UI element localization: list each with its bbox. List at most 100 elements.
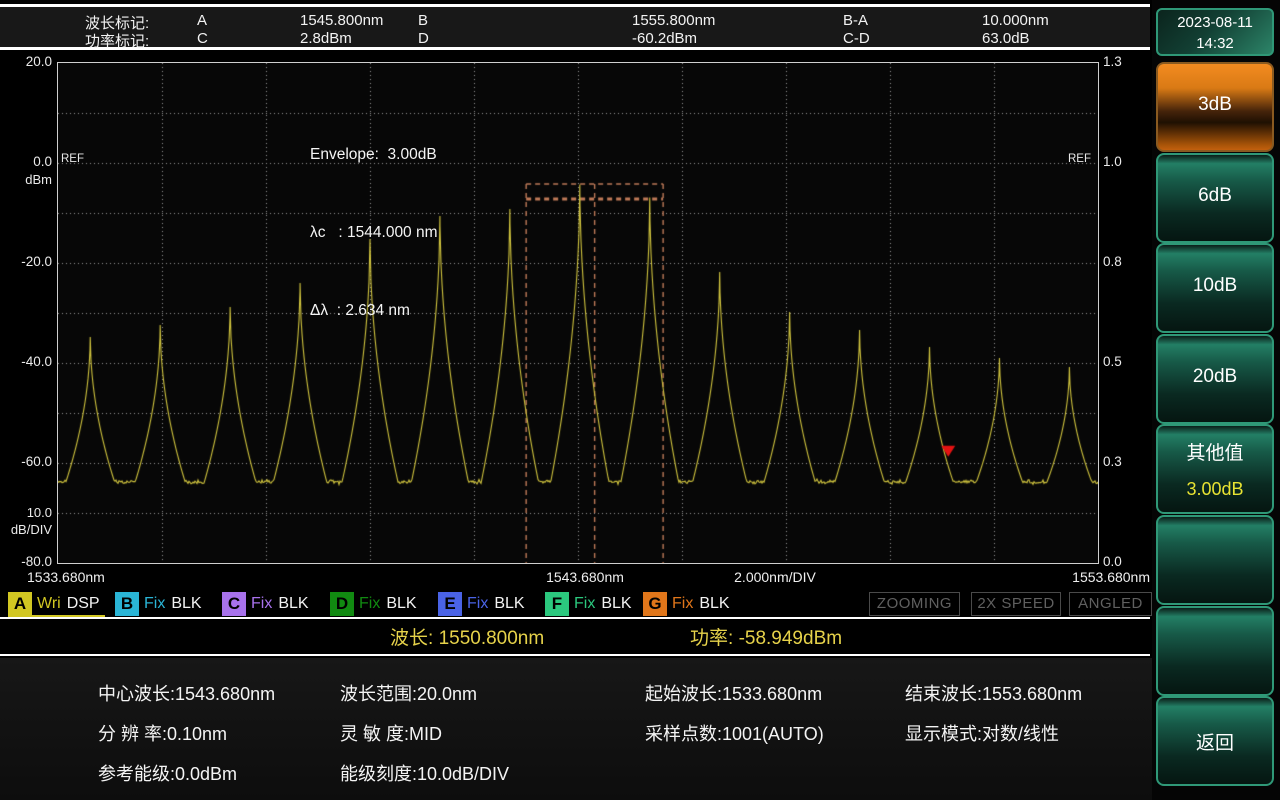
- sidebar-button-blank-2[interactable]: [1156, 605, 1274, 696]
- setting-cell: 分 辨 率:0.10nm: [98, 724, 228, 744]
- status-flag-angled: ANGLED: [1069, 592, 1152, 616]
- sidebar-button-10db[interactable]: 10dB: [1156, 243, 1274, 334]
- sidebar-button-label: 6dB: [1198, 184, 1232, 206]
- trace-legend-b[interactable]: B Fix BLK: [115, 591, 202, 617]
- trace-legend-a[interactable]: A Wri DSP: [8, 591, 105, 618]
- spectrum-canvas[interactable]: [58, 63, 1098, 563]
- wavelength-readout: 波长: 1550.800nm: [390, 623, 544, 650]
- sidebar-button-label: 返回: [1195, 733, 1234, 755]
- sidebar-button-other-value[interactable]: 其他值 3.00dB: [1156, 424, 1274, 515]
- trace-letter-box: C: [222, 592, 246, 616]
- marker-d-letter: D: [418, 30, 429, 47]
- y-left-tick: 20.0: [25, 54, 52, 69]
- marker-d-value: -60.2dBm: [632, 30, 698, 47]
- sidebar-button-blank-1[interactable]: [1156, 515, 1274, 605]
- trace-mode-label: Fix: [144, 595, 166, 612]
- marker-header: 波长标记: A 1545.800nm B 1555.800nm B-A 10.0…: [0, 4, 1150, 50]
- y-left-tick: -80.0: [21, 554, 52, 569]
- wavelength-readout-label: 波长:: [390, 628, 434, 649]
- trace-letter-box: A: [8, 592, 32, 616]
- trace-mode-label: Wri: [37, 595, 61, 612]
- sidebar-button-label: 3dB: [1198, 94, 1232, 115]
- trace-letter-box: E: [438, 592, 462, 616]
- datetime-display: 2023-08-11 14:32: [1156, 8, 1274, 56]
- marker-ba-value: 10.000nm: [982, 12, 1049, 29]
- y-right-tick: 0.0: [1103, 554, 1122, 569]
- marker-cd-label: C-D: [843, 30, 870, 47]
- setting-cell: 参考能级:0.0dBm: [98, 764, 238, 784]
- x-axis-div-label: 2.000nm/DIV: [734, 569, 816, 585]
- sidebar-button-label: 20dB: [1192, 365, 1238, 387]
- y-right-tick: 1.3: [1103, 54, 1122, 69]
- setting-cell: 显示模式:对数/线性: [905, 724, 1060, 744]
- ref-label-left: REF: [61, 153, 84, 165]
- marker-a-letter: A: [197, 12, 208, 29]
- marker-c-letter: C: [197, 30, 208, 47]
- date-text: 2023-08-11: [1177, 14, 1253, 31]
- trace-type-label: BLK: [601, 595, 632, 612]
- ref-label-right: REF: [1068, 153, 1091, 165]
- sidebar-button-label: 10dB: [1192, 275, 1238, 297]
- setting-cell: 灵 敏 度:MID: [340, 724, 442, 744]
- sidebar-button-20db[interactable]: 20dB: [1156, 333, 1274, 424]
- envelope-value-line: Envelope: 3.00dB: [310, 146, 437, 163]
- sidebar-button-label: 其他值: [1186, 443, 1244, 465]
- y-right-tick: 1.0: [1103, 154, 1122, 169]
- setting-cell: 结束波长:1553.680nm: [905, 684, 1083, 704]
- x-axis-center-label: 1543.680nm: [546, 569, 624, 585]
- marker-b-value: 1555.800nm: [632, 12, 716, 29]
- settings-panel: 中心波长:1543.680nm 波长范围:20.0nm 起始波长:1533.680n…: [0, 658, 1152, 800]
- power-readout: 功率: -58.949dBm: [690, 623, 842, 650]
- y-right-tick: 0.3: [1103, 454, 1122, 469]
- separator-line-bottom: [0, 654, 1150, 656]
- trace-letter-box: B: [115, 592, 139, 616]
- x-axis-stop-label: 1553.680nm: [1072, 569, 1150, 585]
- sidebar-button-3db[interactable]: 3dB: [1156, 62, 1274, 152]
- trace-type-label: DSP: [66, 595, 100, 612]
- power-readout-label: 功率:: [690, 628, 734, 649]
- setting-cell: 能级刻度:10.0dB/DIV: [340, 764, 510, 784]
- y-axis-unit-label: dBm: [25, 172, 52, 187]
- trace-legend-f[interactable]: F Fix BLK: [545, 591, 632, 617]
- marker-a-value: 1545.800nm: [300, 12, 384, 29]
- status-flag-2x-speed: 2X SPEED: [971, 592, 1061, 616]
- softkey-sidebar: 2023-08-11 14:32 3dB 6dB 10dB 20dB 其他值 3.00dB…: [1152, 0, 1280, 800]
- trace-legend-d[interactable]: D Fix BLK: [330, 591, 417, 617]
- trace-letter-box: G: [643, 592, 667, 616]
- marker-c-value: 2.8dBm: [300, 30, 352, 47]
- trace-type-label: BLK: [494, 595, 525, 612]
- osa-screen: 波长标记: A 1545.800nm B 1555.800nm B-A 10.0…: [0, 0, 1280, 800]
- spectrum-plot: [57, 62, 1099, 564]
- trace-mode-label: Fix: [672, 595, 694, 612]
- trace-legend-e[interactable]: E Fix BLK: [438, 591, 525, 617]
- trace-mode-label: Fix: [359, 595, 381, 612]
- delta-wavelength-line: Δλ : 2.634 nm: [310, 302, 410, 319]
- y-scale-unit-label: dB/DIV: [10, 522, 52, 537]
- y-left-tick: -60.0: [21, 454, 52, 469]
- marker-b-letter: B: [418, 12, 429, 29]
- setting-cell: 起始波长:1533.680nm: [645, 684, 823, 704]
- sidebar-button-6db[interactable]: 6dB: [1156, 152, 1274, 243]
- setting-cell: 中心波长:1543.680nm: [98, 684, 276, 704]
- separator-line-top: [0, 617, 1150, 619]
- sidebar-button-back[interactable]: 返回: [1156, 696, 1274, 787]
- power-marker-label: 功率标记:: [85, 33, 150, 50]
- trace-mode-label: Fix: [574, 595, 596, 612]
- y-left-tick: -20.0: [21, 254, 52, 269]
- envelope-annotation: Envelope: 3.00dB λc : 1544.000 nm Δλ : 2…: [310, 90, 438, 376]
- marker-ba-label: B-A: [843, 12, 869, 29]
- trace-type-label: BLK: [699, 595, 730, 612]
- power-readout-value: -58.949dBm: [738, 628, 843, 649]
- trace-mode-label: Fix: [251, 595, 273, 612]
- trace-letter-box: D: [330, 592, 354, 616]
- setting-cell: 采样点数:1001(AUTO): [645, 724, 824, 744]
- y-right-tick: 0.8: [1103, 254, 1122, 269]
- trace-type-label: BLK: [278, 595, 309, 612]
- status-flag-zooming: ZOOMING: [869, 592, 960, 616]
- trace-legend-g[interactable]: G Fix BLK: [643, 591, 730, 617]
- sidebar-button-subvalue: 3.00dB: [1186, 479, 1244, 500]
- trace-mode-label: Fix: [467, 595, 489, 612]
- wavelength-readout-value: 1550.800nm: [438, 628, 545, 649]
- trace-legend-c[interactable]: C Fix BLK: [222, 591, 309, 617]
- y-right-tick: 0.5: [1103, 354, 1122, 369]
